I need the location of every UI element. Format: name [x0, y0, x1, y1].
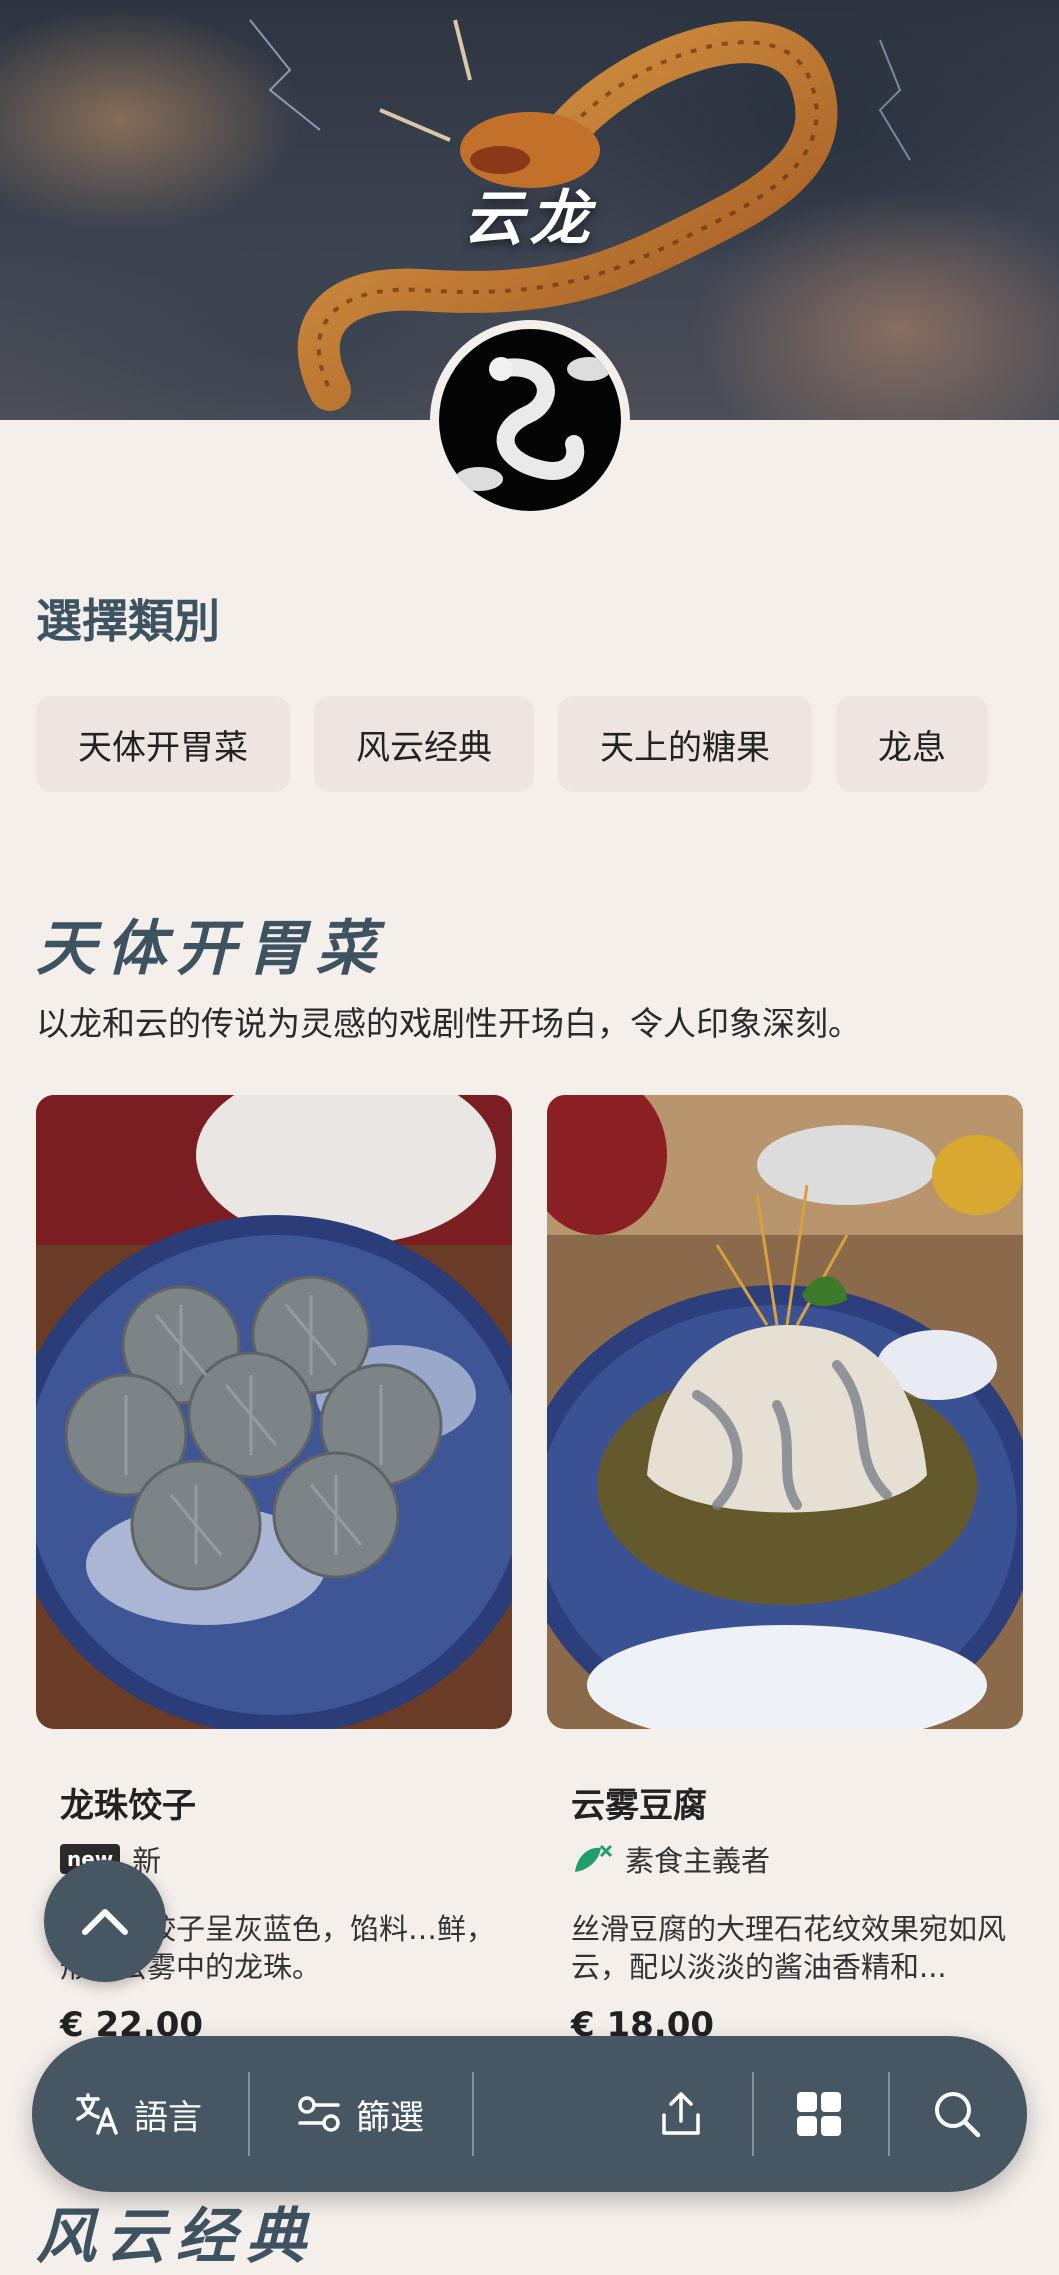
search-icon [935, 2092, 981, 2138]
category-chip-dragon-breath[interactable]: 龙息 [836, 696, 988, 792]
filter-button[interactable]: 篩選 [296, 2036, 424, 2192]
chevron-up-icon [82, 1909, 128, 1935]
next-category-title: 风云经典 [36, 2202, 316, 2272]
dish-photo [547, 1095, 1023, 1729]
divider [752, 2072, 754, 2156]
category-title: 天体开胃菜 [36, 914, 386, 984]
filter-icon [298, 2096, 340, 2132]
category-chip-appetizers[interactable]: 天体开胃菜 [36, 696, 290, 792]
language-button[interactable]: 語言 [74, 2036, 202, 2192]
share-button[interactable] [656, 2036, 706, 2192]
share-icon [662, 2092, 700, 2135]
dish-card[interactable]: 云雾豆腐 素食主義者 丝滑豆腐的大理石花纹效果宛如风云，配以淡淡的酱油香精和..… [547, 1095, 1023, 2045]
grid-view-button[interactable] [794, 2036, 844, 2192]
translate-icon [76, 2093, 118, 2135]
divider [888, 2072, 890, 2156]
dish-card[interactable]: 龙珠饺子 new 新 …出的饺子呈灰蓝色，馅料…鲜，形似云雾中的龙珠。 € 22… [36, 1095, 512, 2045]
restaurant-logo [430, 320, 630, 520]
dish-tag-label: 素食主義者 [625, 1844, 771, 1878]
dish-description: 丝滑豆腐的大理石花纹效果宛如风云，配以淡淡的酱油香精和... [571, 1912, 1007, 1984]
category-chip-row: 天体开胃菜 风云经典 天上的糖果 龙息 [36, 696, 988, 792]
language-label: 語言 [134, 2097, 202, 2138]
category-description: 以龙和云的传说为灵感的戏剧性开场白，令人印象深刻。 [36, 1004, 861, 1043]
category-chip-desserts[interactable]: 天上的糖果 [558, 696, 812, 792]
filter-label: 篩選 [356, 2097, 424, 2138]
search-button[interactable] [932, 2036, 982, 2192]
grid-icon [797, 2092, 841, 2136]
divider [248, 2072, 250, 2156]
category-chip-classics[interactable]: 风云经典 [314, 696, 534, 792]
vegan-icon [575, 1844, 613, 1872]
divider [472, 2072, 474, 2156]
dish-tag: 素食主義者 [571, 1838, 770, 1880]
bottom-action-bar: 語言 篩選 [32, 2036, 1027, 2192]
scroll-to-top-button[interactable] [44, 1860, 166, 1982]
dish-name: 龙珠饺子 [60, 1786, 196, 1826]
dish-photo [36, 1095, 512, 1729]
dish-name: 云雾豆腐 [571, 1786, 707, 1826]
restaurant-name: 云龙 [463, 184, 596, 254]
white-dragon-logo-icon [455, 357, 611, 491]
category-section-label: 選擇類別 [36, 594, 220, 648]
